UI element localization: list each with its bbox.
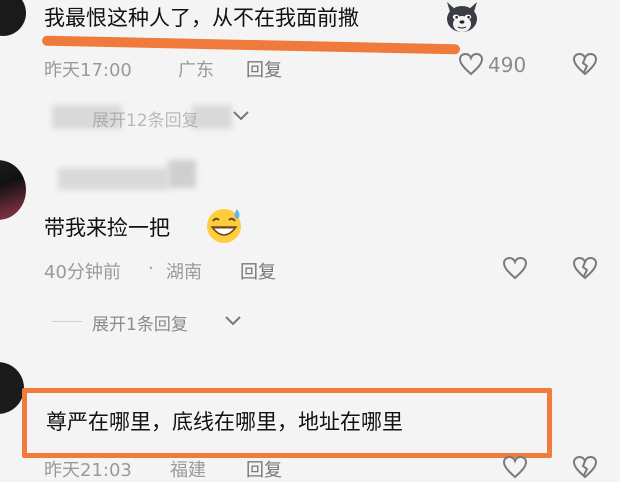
comment-location: 福建 <box>170 460 206 481</box>
comment-time: 昨天17:00 <box>44 60 132 81</box>
avatar[interactable] <box>0 160 26 220</box>
expand-replies-button[interactable]: 展开12条回复 <box>92 106 199 131</box>
expand-replies-button[interactable]: 展开1条回复 <box>92 310 188 335</box>
expand-replies-row[interactable]: 展开1条回复 <box>52 307 252 335</box>
sweat-grin-emoji-icon <box>207 209 241 243</box>
reply-button[interactable]: 回复 <box>240 258 276 284</box>
avatar[interactable] <box>0 0 26 36</box>
comment-text: 带我来捡一把 <box>44 216 170 240</box>
expand-replies-row[interactable]: 展开12条回复 <box>52 103 262 131</box>
reply-button[interactable]: 回复 <box>246 456 282 482</box>
blurred-username <box>58 168 168 190</box>
reply-button[interactable]: 回复 <box>246 56 282 82</box>
heart-icon[interactable] <box>502 455 528 479</box>
broken-heart-icon[interactable] <box>572 455 598 479</box>
comment-text: 我最恨这种人了，从不在我面前撒 <box>44 6 359 30</box>
broken-heart-icon[interactable] <box>572 52 598 76</box>
comment-time: 昨天21:03 <box>44 460 132 481</box>
divider-line <box>52 321 82 322</box>
wolf-emoji-icon <box>447 2 477 32</box>
highlight-underline <box>41 35 461 55</box>
comment-location: 广东 <box>178 60 214 81</box>
meta-separator: · <box>148 258 154 279</box>
comment-text: 尊严在哪里，底线在哪里，地址在哪里 <box>46 410 403 434</box>
avatar[interactable] <box>0 362 24 414</box>
chevron-down-icon <box>233 111 249 121</box>
comment-time: 40分钟前 <box>44 262 121 283</box>
blurred-username <box>168 160 196 188</box>
comment-location: 湖南 <box>166 262 202 283</box>
heart-icon[interactable] <box>458 52 484 76</box>
chevron-down-icon <box>225 316 241 326</box>
heart-icon[interactable] <box>502 256 528 280</box>
like-count: 490 <box>488 53 527 77</box>
broken-heart-icon[interactable] <box>572 256 598 280</box>
